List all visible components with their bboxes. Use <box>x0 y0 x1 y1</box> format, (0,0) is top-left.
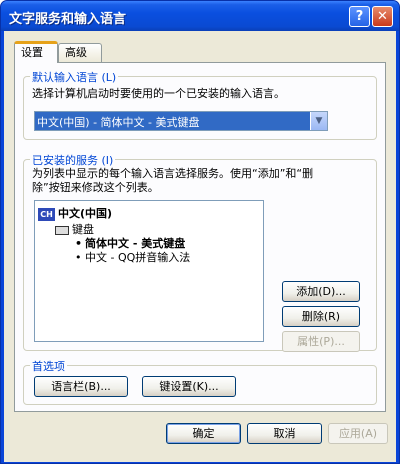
bullet-icon: • <box>75 251 82 264</box>
settings-panel: 默认输入语言 (L) 选择计算机启动时要使用的一个已安装的输入语言。 中文(中国… <box>14 62 386 412</box>
properties-button[interactable]: 属性(P)... <box>282 331 360 352</box>
dialog-window: 文字服务和输入语言 ? ✕ 设置 高级 默认输入语言 (L) 选择计算机启动时要… <box>0 0 400 464</box>
default-language-description: 选择计算机启动时要使用的一个已安装的输入语言。 <box>32 87 285 100</box>
tree-language-label: 中文(中国) <box>58 207 113 220</box>
dialog-client: 设置 高级 默认输入语言 (L) 选择计算机启动时要使用的一个已安装的输入语言。… <box>4 31 396 462</box>
default-language-group: 默认输入语言 (L) 选择计算机启动时要使用的一个已安装的输入语言。 中文(中国… <box>23 69 377 140</box>
close-button[interactable]: ✕ <box>372 6 393 27</box>
remove-button[interactable]: 删除(R) <box>282 306 360 327</box>
add-button[interactable]: 添加(D)... <box>282 281 360 302</box>
preferences-group: 首选项 语言栏(B)... 键设置(K)... <box>23 358 377 405</box>
default-language-value: 中文(中国) - 简体中文 - 美式键盘 <box>37 116 200 129</box>
title-bar[interactable]: 文字服务和输入语言 ? ✕ <box>1 1 399 31</box>
installed-services-label: 已安装的服务 (I) <box>30 152 116 168</box>
services-description-line-1: 为列表中显示的每个输入语言选择服务。使用“添加”和“删 <box>32 167 314 180</box>
installed-services-group: 已安装的服务 (I) 为列表中显示的每个输入语言选择服务。使用“添加”和“删 除… <box>23 152 377 352</box>
tree-item-language[interactable]: CH 中文(中国) <box>38 205 112 221</box>
apply-button[interactable]: 应用(A) <box>328 423 388 444</box>
services-tree[interactable]: CH 中文(中国) 键盘 • 简体中文 - 美式键盘 • 中文 - QQ拼音输入法 <box>34 200 264 342</box>
tab-settings[interactable]: 设置 <box>14 41 58 63</box>
service-label: 中文 - QQ拼音输入法 <box>85 251 191 264</box>
default-language-select[interactable]: 中文(中国) - 简体中文 - 美式键盘 ▼ <box>34 111 328 131</box>
language-bar-button[interactable]: 语言栏(B)... <box>34 376 128 397</box>
default-language-label: 默认输入语言 (L) <box>30 69 119 85</box>
language-icon: CH <box>38 207 55 221</box>
key-settings-button[interactable]: 键设置(K)... <box>142 376 236 397</box>
help-button[interactable]: ? <box>349 6 370 27</box>
keyboard-icon <box>55 225 69 235</box>
tree-item-service[interactable]: • 中文 - QQ拼音输入法 <box>75 249 190 265</box>
tab-advanced[interactable]: 高级 <box>58 43 102 62</box>
services-description-line-2: 除”按钮来修改这个列表。 <box>32 181 159 194</box>
cancel-button[interactable]: 取消 <box>247 423 322 444</box>
preferences-label: 首选项 <box>30 358 67 374</box>
window-title: 文字服务和输入语言 <box>9 12 127 27</box>
chevron-down-icon[interactable]: ▼ <box>310 112 327 130</box>
ok-button[interactable]: 确定 <box>166 423 241 444</box>
